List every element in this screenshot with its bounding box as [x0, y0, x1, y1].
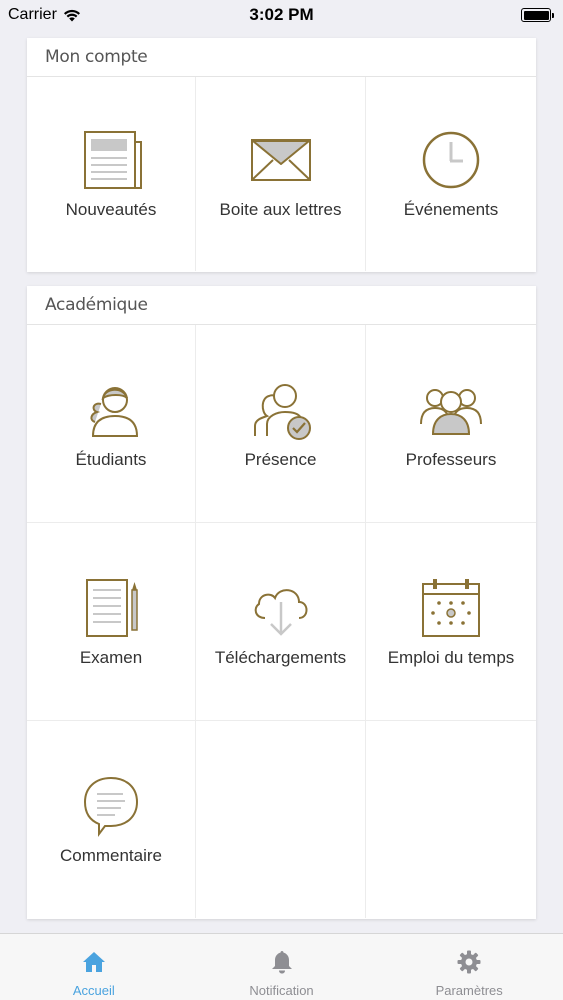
- home-icon: [82, 952, 105, 972]
- tile-emploi-du-temps[interactable]: Emploi du temps: [366, 523, 536, 721]
- tile-telechargements[interactable]: Téléchargements: [196, 523, 366, 721]
- wifi-icon: [63, 9, 80, 22]
- tab-parametres[interactable]: Paramètres: [375, 934, 563, 1000]
- tile-label: Téléchargements: [214, 647, 347, 667]
- teachers-icon: [420, 388, 482, 435]
- empty-tile: [366, 721, 536, 918]
- section-title-mon-compte: Mon compte: [27, 38, 536, 77]
- battery-fill: [523, 10, 549, 20]
- calendar-icon: [422, 578, 480, 637]
- tile-label: Commentaire: [59, 845, 163, 865]
- empty-tile: [196, 721, 366, 918]
- tile-label: Emploi du temps: [387, 647, 515, 667]
- exam-icon: [86, 578, 138, 637]
- tile-label: Présence: [244, 449, 317, 469]
- status-bar: Carrier 3:02 PM: [0, 0, 563, 30]
- cloud-download-icon: [254, 588, 307, 636]
- students-icon: [90, 386, 139, 437]
- tab-label: Notification: [249, 983, 314, 998]
- newspaper-icon: [84, 131, 142, 189]
- clock-icon: [422, 131, 480, 189]
- status-left: Carrier: [8, 6, 81, 24]
- tile-label: Événements: [403, 200, 499, 219]
- tile-label: Étudiants: [75, 449, 147, 469]
- tab-label: Paramètres: [435, 983, 503, 998]
- envelope-icon: [250, 139, 311, 181]
- tile-label: Boite aux lettres: [219, 200, 342, 219]
- tile-presence[interactable]: Présence: [196, 325, 366, 523]
- tile-examen[interactable]: Examen: [27, 523, 196, 721]
- academique-grid: Étudiants Présence Professeurs Examen Té…: [27, 325, 536, 918]
- attendance-icon: [253, 383, 311, 440]
- tile-etudiants[interactable]: Étudiants: [27, 325, 196, 523]
- mon-compte-grid: Nouveautés Boite aux lettres Événements: [27, 77, 536, 271]
- section-title-academique: Académique: [27, 286, 536, 325]
- comment-icon: [83, 776, 139, 837]
- gear-icon: [457, 950, 481, 974]
- tab-accueil[interactable]: Accueil: [0, 934, 188, 1000]
- bell-icon: [271, 951, 292, 974]
- tab-label: Accueil: [72, 983, 115, 998]
- tile-label: Professeurs: [405, 449, 497, 469]
- tile-commentaire[interactable]: Commentaire: [27, 721, 196, 918]
- battery-icon: [521, 8, 554, 22]
- tab-bar: Accueil Notification Paramètres: [0, 933, 563, 1000]
- tile-label: Examen: [79, 647, 143, 667]
- tile-boite-aux-lettres[interactable]: Boite aux lettres: [196, 77, 366, 271]
- tile-nouveautes[interactable]: Nouveautés: [27, 77, 196, 271]
- status-time: 3:02 PM: [249, 5, 314, 24]
- mon-compte-card: Mon compte Nouveautés Boite aux lettres: [27, 38, 536, 272]
- carrier-label: Carrier: [8, 6, 57, 23]
- tab-notification[interactable]: Notification: [188, 934, 376, 1000]
- tile-label: Nouveautés: [65, 200, 157, 219]
- tile-evenements[interactable]: Événements: [366, 77, 536, 271]
- tile-professeurs[interactable]: Professeurs: [366, 325, 536, 523]
- academique-card: Académique Étudiants Présence Professeur…: [27, 286, 536, 919]
